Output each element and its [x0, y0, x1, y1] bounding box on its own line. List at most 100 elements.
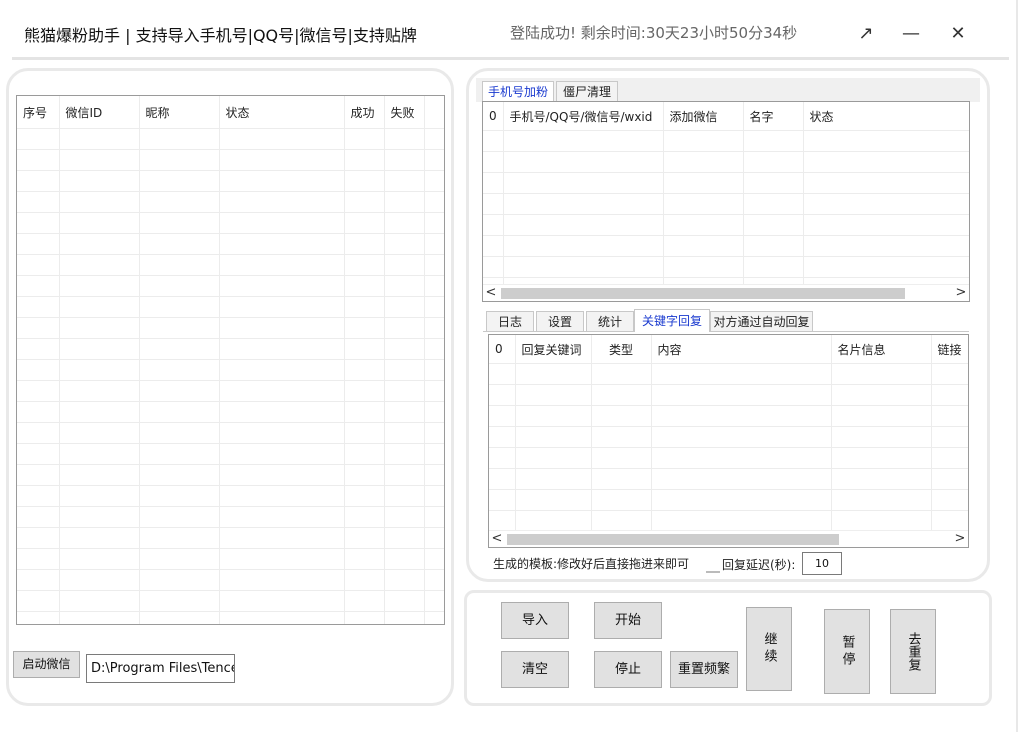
tab-zombie-cleanup[interactable]: 僵尸清理 [556, 81, 618, 101]
table-cell[interactable] [931, 363, 968, 385]
table-cell[interactable] [483, 235, 504, 257]
table-cell[interactable] [483, 193, 504, 215]
table-cell[interactable] [59, 128, 140, 150]
table-row[interactable] [17, 590, 444, 612]
table-cell[interactable] [803, 256, 969, 278]
table-row[interactable] [483, 130, 969, 152]
table-cell[interactable] [515, 510, 592, 532]
table-cell[interactable] [384, 338, 425, 360]
table-cell[interactable] [59, 548, 140, 570]
table-cell[interactable] [219, 317, 345, 339]
table-cell[interactable] [424, 296, 444, 318]
table-cell[interactable] [591, 363, 652, 385]
table-cell[interactable] [424, 149, 444, 171]
reset-frequency-button[interactable]: 重置频繁 [670, 651, 738, 688]
table-cell[interactable] [663, 151, 744, 173]
table-cell[interactable] [384, 128, 425, 150]
table-row[interactable] [489, 447, 968, 469]
table-cell[interactable] [17, 464, 60, 486]
table-cell[interactable] [515, 426, 592, 448]
table-cell[interactable] [344, 611, 385, 624]
table-cell[interactable] [17, 317, 60, 339]
table-cell[interactable] [139, 338, 220, 360]
table-row[interactable] [17, 401, 444, 423]
table-cell[interactable] [59, 212, 140, 234]
table-cell[interactable] [651, 405, 832, 427]
table-row[interactable] [489, 468, 968, 490]
table-cell[interactable] [17, 359, 60, 381]
table-cell[interactable] [344, 380, 385, 402]
phone-task-hscrollbar[interactable]: < > [483, 284, 969, 301]
table-cell[interactable] [17, 590, 60, 612]
table-cell[interactable] [59, 527, 140, 549]
table-cell[interactable] [931, 447, 968, 469]
table-cell[interactable] [139, 170, 220, 192]
table-cell[interactable] [831, 426, 932, 448]
column-header-name[interactable]: 名字 [743, 102, 804, 131]
table-cell[interactable] [17, 275, 60, 297]
continue-button[interactable]: 继续 [746, 607, 792, 691]
table-cell[interactable] [384, 275, 425, 297]
table-cell[interactable] [831, 384, 932, 406]
table-cell[interactable] [17, 548, 60, 570]
table-cell[interactable] [743, 193, 804, 215]
table-cell[interactable] [219, 464, 345, 486]
table-cell[interactable] [651, 363, 832, 385]
import-button[interactable]: 导入 [501, 602, 569, 639]
table-cell[interactable] [803, 172, 969, 194]
table-cell[interactable] [384, 569, 425, 591]
table-cell[interactable] [489, 447, 516, 469]
table-cell[interactable] [139, 317, 220, 339]
table-cell[interactable] [384, 506, 425, 528]
table-cell[interactable] [503, 151, 664, 173]
table-cell[interactable] [931, 405, 968, 427]
table-cell[interactable] [59, 506, 140, 528]
table-cell[interactable] [424, 317, 444, 339]
column-header-number[interactable]: 0 [483, 102, 504, 131]
table-cell[interactable] [483, 214, 504, 236]
table-cell[interactable] [424, 527, 444, 549]
table-row[interactable] [17, 212, 444, 234]
table-row[interactable] [17, 233, 444, 255]
table-cell[interactable] [344, 317, 385, 339]
column-header-card-info[interactable]: 名片信息 [831, 335, 932, 364]
reply-delay-input[interactable]: 10 [802, 552, 842, 575]
table-row[interactable] [17, 359, 444, 381]
table-cell[interactable] [503, 130, 664, 152]
table-row[interactable] [483, 172, 969, 194]
table-cell[interactable] [139, 569, 220, 591]
table-cell[interactable] [59, 149, 140, 171]
table-cell[interactable] [651, 510, 832, 532]
start-button[interactable]: 开始 [594, 602, 662, 639]
table-row[interactable] [17, 464, 444, 486]
table-cell[interactable] [489, 510, 516, 532]
table-cell[interactable] [139, 590, 220, 612]
table-cell[interactable] [139, 128, 220, 150]
table-cell[interactable] [424, 191, 444, 213]
table-cell[interactable] [139, 464, 220, 486]
table-cell[interactable] [139, 401, 220, 423]
table-cell[interactable] [591, 510, 652, 532]
table-cell[interactable] [139, 611, 220, 624]
table-cell[interactable] [219, 338, 345, 360]
table-cell[interactable] [483, 151, 504, 173]
table-row[interactable] [489, 489, 968, 511]
table-cell[interactable] [424, 359, 444, 381]
table-cell[interactable] [503, 256, 664, 278]
table-cell[interactable] [344, 464, 385, 486]
table-cell[interactable] [59, 338, 140, 360]
tab-keyword-reply[interactable]: 关键字回复 [634, 309, 710, 332]
table-cell[interactable] [384, 443, 425, 465]
table-cell[interactable] [17, 338, 60, 360]
table-row[interactable] [483, 214, 969, 236]
table-cell[interactable] [663, 214, 744, 236]
column-header-failed[interactable]: 失败 [384, 96, 425, 129]
table-cell[interactable] [651, 489, 832, 511]
wechat-path-input[interactable]: D:\Program Files\Tencent [86, 654, 235, 683]
table-cell[interactable] [803, 235, 969, 257]
table-cell[interactable] [424, 548, 444, 570]
column-header-add-wechat[interactable]: 添加微信 [663, 102, 744, 131]
table-cell[interactable] [219, 212, 345, 234]
table-row[interactable] [489, 426, 968, 448]
table-cell[interactable] [17, 191, 60, 213]
